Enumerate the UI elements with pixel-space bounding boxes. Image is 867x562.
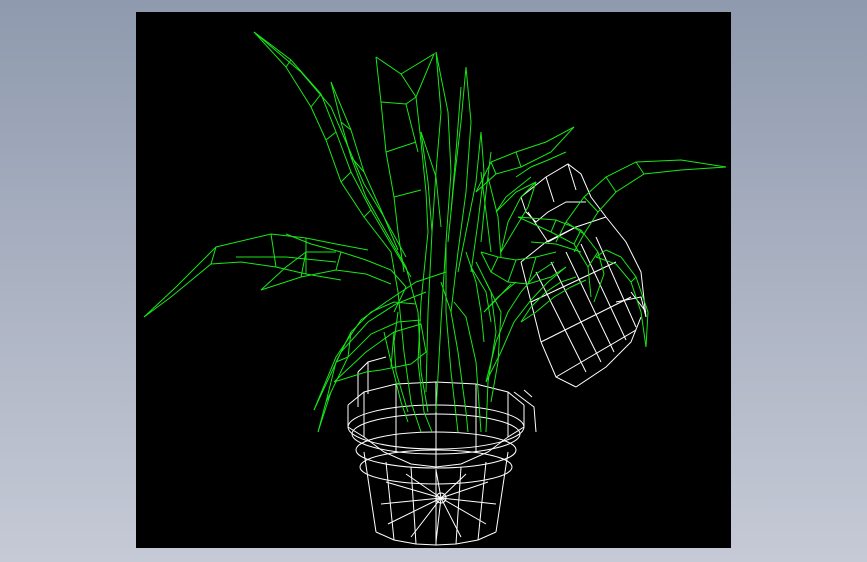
- wireframe-model: [143, 31, 727, 546]
- cad-viewport[interactable]: [136, 12, 731, 548]
- pot-wireframe: [347, 163, 647, 546]
- leaf-wireframe: [143, 31, 727, 433]
